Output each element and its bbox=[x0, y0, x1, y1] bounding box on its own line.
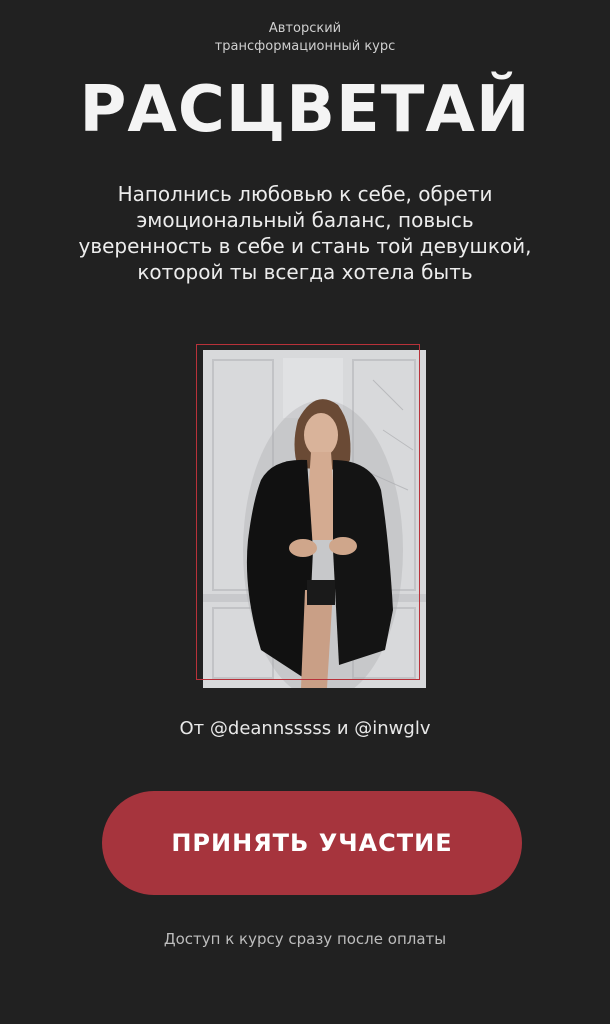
lead-paragraph: Наполнись любовью к себе, обрети эмоцион… bbox=[40, 181, 570, 285]
landing-page: Авторский трансформационный курс РАСЦВЕТ… bbox=[0, 0, 610, 1024]
eyebrow-line-1: Авторский bbox=[268, 21, 342, 36]
course-eyebrow: Авторский трансформационный курс bbox=[0, 20, 610, 56]
authors-credit: От @deannsssss и @inwglv bbox=[179, 718, 431, 739]
hero-photo bbox=[196, 344, 426, 688]
access-note: Доступ к курсу сразу после оплаты bbox=[163, 930, 447, 948]
eyebrow-line-2: трансформационный курс bbox=[214, 39, 396, 54]
lead-line-2: эмоциональный баланс, повысь bbox=[136, 208, 474, 232]
lead-line-4: которой ты всегда хотела быть bbox=[137, 260, 473, 284]
photo-frame bbox=[196, 344, 420, 680]
lead-line-3: уверенность в себе и стань той девушкой, bbox=[78, 234, 532, 258]
page-title: РАСЦВЕТАЙ bbox=[79, 73, 531, 147]
lead-line-1: Наполнись любовью к себе, обрети bbox=[117, 182, 493, 206]
join-button[interactable]: ПРИНЯТЬ УЧАСТИЕ bbox=[102, 791, 522, 895]
